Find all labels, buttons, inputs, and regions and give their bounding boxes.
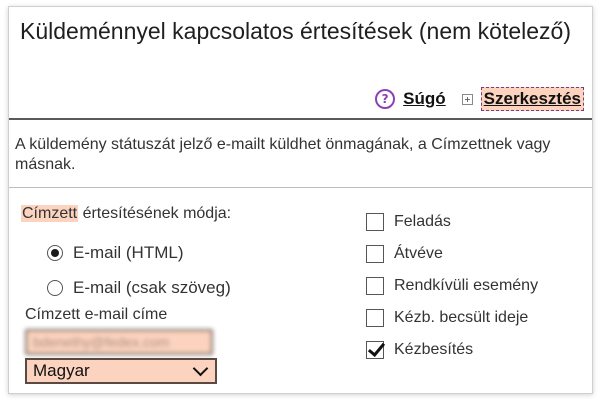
recipient-email-input[interactable] [25, 329, 213, 355]
checkbox-item-kezbesites[interactable]: Kézbesítés [366, 341, 473, 359]
expand-plus-icon[interactable] [461, 93, 473, 105]
checkbox[interactable] [366, 309, 384, 327]
notification-panel: Küldeménnyel kapcsolatos értesítések (ne… [8, 6, 593, 394]
radio-email-html[interactable]: E-mail (HTML) [47, 243, 184, 263]
header-links: ? Súgó Szerkesztés [375, 87, 584, 111]
radio-button[interactable] [47, 280, 63, 296]
section-divider [9, 187, 592, 188]
email-field-label: Címzett e-mail címe [25, 306, 168, 323]
checkbox-item-feladas[interactable]: Feladás [366, 213, 451, 231]
description-text: A küldemény státuszát jelző e-mailt küld… [15, 136, 551, 173]
radio-label: E-mail (HTML) [73, 243, 184, 262]
page-title: Küldeménnyel kapcsolatos értesítések (ne… [20, 18, 572, 44]
chevron-down-icon [192, 360, 209, 377]
notification-method-label: Címzett értesítésének módja: [21, 204, 231, 224]
question-icon[interactable]: ? [375, 89, 396, 109]
language-selected-value: Magyar [33, 361, 90, 380]
recipient-highlight: Címzett [21, 205, 79, 222]
language-select[interactable]: Magyar [25, 358, 217, 384]
checkbox-item-kezb-becsult[interactable]: Kézb. becsült ideje [366, 309, 528, 327]
edit-link[interactable]: Szerkesztés [480, 87, 584, 111]
radio-button-selected[interactable] [47, 245, 63, 261]
checkbox[interactable] [366, 245, 384, 263]
checkbox[interactable] [366, 213, 384, 231]
checkbox-label: Kézbesítés [394, 341, 474, 358]
checkbox-label: Rendkívüli esemény [394, 277, 539, 294]
checkbox-label: Feladás [394, 213, 451, 230]
radio-email-text[interactable]: E-mail (csak szöveg) [47, 278, 231, 298]
checkbox-checked[interactable] [366, 341, 384, 359]
radio-label: E-mail (csak szöveg) [73, 278, 231, 297]
checkbox[interactable] [366, 277, 384, 295]
method-label-rest: értesítésének módja: [78, 205, 232, 222]
header-divider [9, 118, 592, 120]
checkbox-label: Átvéve [394, 245, 443, 262]
checkbox-item-rendkivuli[interactable]: Rendkívüli esemény [366, 277, 538, 295]
checkbox-label: Kézb. becsült ideje [394, 309, 529, 326]
checkbox-item-atveve[interactable]: Átvéve [366, 245, 443, 263]
help-link[interactable]: Súgó [403, 89, 446, 109]
